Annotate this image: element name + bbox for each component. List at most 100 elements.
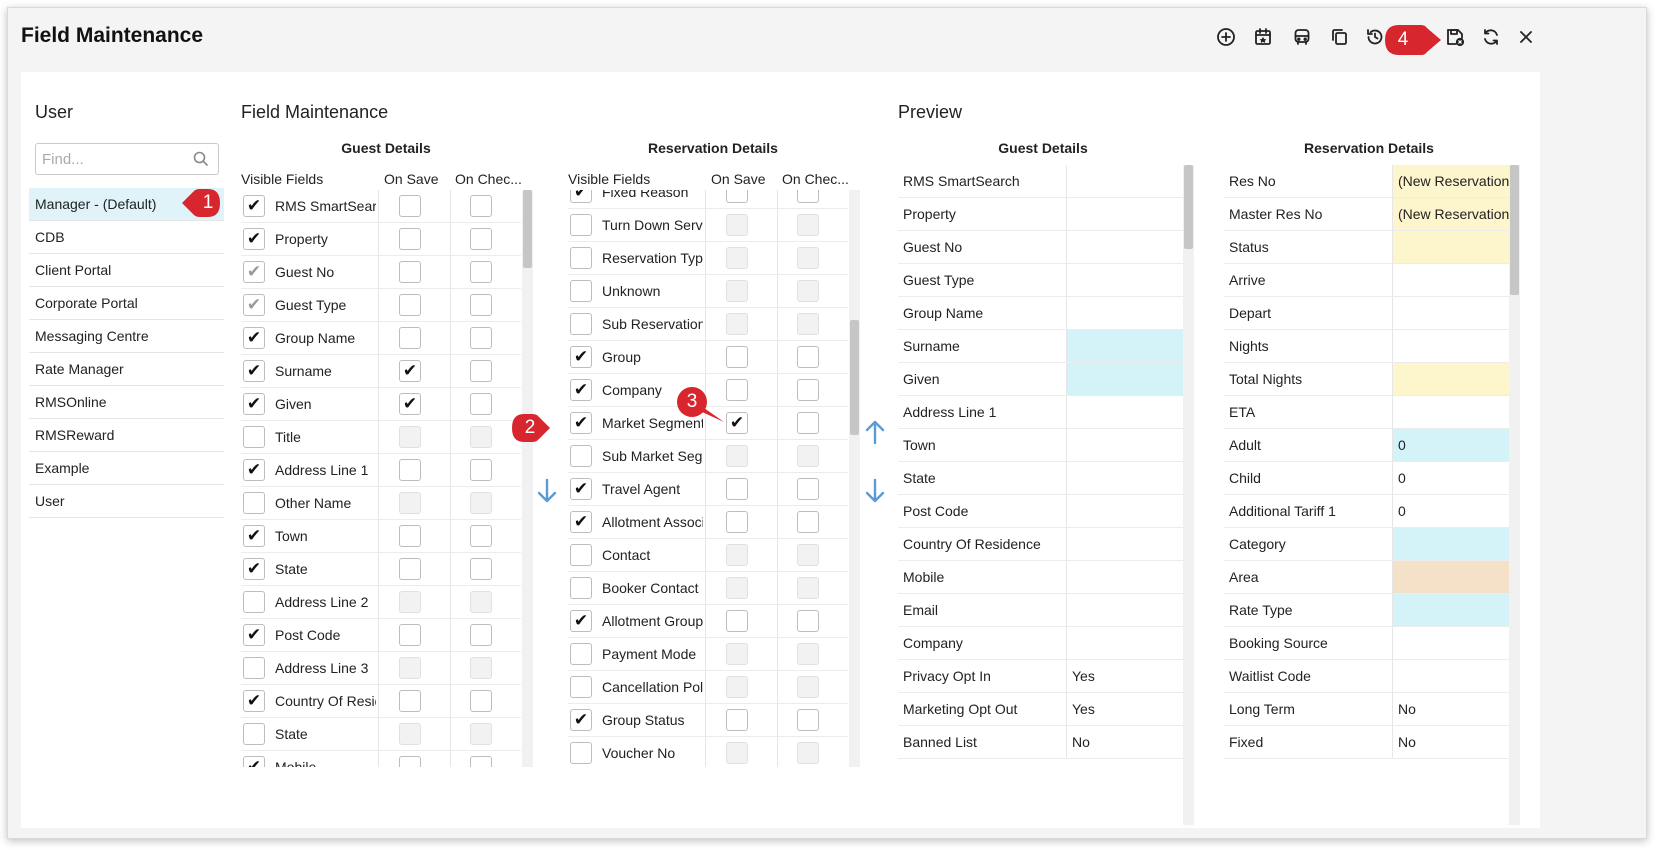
visible-checkbox[interactable]	[243, 657, 265, 679]
user-list-item[interactable]: Rate Manager	[29, 353, 224, 386]
on-check-in-checkbox[interactable]	[797, 610, 819, 632]
visible-checkbox[interactable]	[570, 280, 592, 302]
preview-field-value[interactable]	[1066, 429, 1183, 461]
move-down-arrow-icon[interactable]	[535, 477, 559, 505]
preview-field-value[interactable]: 0	[1392, 495, 1509, 527]
copy-icon[interactable]	[1324, 22, 1354, 52]
on-save-checkbox[interactable]: ✔	[399, 393, 421, 415]
on-save-checkbox[interactable]	[399, 294, 421, 316]
on-check-in-checkbox[interactable]	[470, 624, 492, 646]
user-list-item[interactable]: User	[29, 485, 224, 518]
on-check-in-checkbox[interactable]	[470, 690, 492, 712]
user-list-item[interactable]: RMSOnline	[29, 386, 224, 419]
visible-checkbox[interactable]: ✔	[570, 478, 592, 500]
on-check-in-checkbox[interactable]	[470, 393, 492, 415]
visible-checkbox[interactable]: ✔	[243, 558, 265, 580]
on-check-in-checkbox[interactable]	[797, 379, 819, 401]
on-check-in-checkbox[interactable]	[470, 360, 492, 382]
visible-checkbox[interactable]	[570, 247, 592, 269]
user-list-item[interactable]: Corporate Portal	[29, 287, 224, 320]
on-check-in-checkbox[interactable]	[470, 294, 492, 316]
on-save-checkbox[interactable]	[726, 478, 748, 500]
on-check-in-checkbox[interactable]	[797, 478, 819, 500]
on-save-checkbox[interactable]	[399, 525, 421, 547]
visible-checkbox[interactable]: ✔	[243, 228, 265, 250]
visible-checkbox[interactable]	[570, 544, 592, 566]
preview-field-value[interactable]	[1392, 627, 1509, 659]
on-check-in-checkbox[interactable]	[470, 228, 492, 250]
visible-checkbox[interactable]	[243, 492, 265, 514]
on-check-in-checkbox[interactable]	[797, 511, 819, 533]
on-save-checkbox[interactable]	[399, 690, 421, 712]
preview-field-value[interactable]	[1066, 330, 1183, 362]
preview-field-value[interactable]	[1066, 198, 1183, 230]
user-list-item[interactable]: Example	[29, 452, 224, 485]
preview-field-value[interactable]	[1066, 594, 1183, 626]
visible-checkbox[interactable]	[243, 591, 265, 613]
preview-field-value[interactable]	[1066, 528, 1183, 560]
preview-field-value[interactable]	[1066, 264, 1183, 296]
visible-checkbox[interactable]	[243, 723, 265, 745]
visible-checkbox[interactable]	[570, 313, 592, 335]
visible-checkbox[interactable]	[570, 445, 592, 467]
on-check-in-checkbox[interactable]	[797, 346, 819, 368]
visible-checkbox[interactable]: ✔	[243, 360, 265, 382]
on-save-checkbox[interactable]	[726, 709, 748, 731]
visible-checkbox[interactable]	[570, 676, 592, 698]
preview-field-value[interactable]	[1066, 627, 1183, 659]
preview-field-value[interactable]	[1066, 297, 1183, 329]
visible-checkbox[interactable]: ✔	[243, 294, 265, 316]
on-check-in-checkbox[interactable]	[470, 195, 492, 217]
on-check-in-checkbox[interactable]	[470, 756, 492, 767]
preview-field-value[interactable]	[1392, 396, 1509, 428]
preview-field-value[interactable]: Yes	[1066, 693, 1183, 725]
preview-field-value[interactable]	[1392, 528, 1509, 560]
visible-checkbox[interactable]: ✔	[243, 624, 265, 646]
user-list-item[interactable]: RMSReward	[29, 419, 224, 452]
preview-field-value[interactable]	[1392, 660, 1509, 692]
preview-field-value[interactable]: Yes	[1066, 660, 1183, 692]
preview-field-value[interactable]: No	[1066, 726, 1183, 758]
preview-field-value[interactable]: (New Reservation)	[1392, 198, 1509, 230]
on-save-checkbox[interactable]	[726, 511, 748, 533]
preview-field-value[interactable]	[1392, 297, 1509, 329]
visible-checkbox[interactable]	[570, 742, 592, 764]
on-check-in-checkbox[interactable]	[797, 412, 819, 434]
move-down-arrow-icon[interactable]	[863, 477, 887, 505]
visible-checkbox[interactable]: ✔	[570, 709, 592, 731]
search-icon[interactable]	[193, 151, 209, 167]
user-list-item[interactable]: Messaging Centre	[29, 320, 224, 353]
preview-reservation-scrollbar[interactable]	[1509, 165, 1520, 825]
on-save-checkbox[interactable]	[399, 327, 421, 349]
preview-field-value[interactable]: (New Reservation)	[1392, 165, 1509, 197]
add-circle-icon[interactable]	[1211, 22, 1241, 52]
preview-field-value[interactable]: 0	[1392, 429, 1509, 461]
calendar-star-icon[interactable]	[1248, 22, 1278, 52]
preview-field-value[interactable]	[1066, 165, 1183, 197]
on-save-checkbox[interactable]	[726, 379, 748, 401]
user-list-item[interactable]: CDB	[29, 221, 224, 254]
bus-icon[interactable]	[1287, 22, 1317, 52]
visible-checkbox[interactable]: ✔	[243, 459, 265, 481]
refresh-icon[interactable]	[1476, 22, 1506, 52]
visible-checkbox[interactable]: ✔	[243, 261, 265, 283]
reservation-fields-scrollbar[interactable]	[849, 190, 860, 767]
preview-field-value[interactable]: No	[1392, 726, 1509, 758]
preview-field-value[interactable]	[1066, 495, 1183, 527]
guest-fields-scrollbar[interactable]	[522, 190, 533, 767]
preview-field-value[interactable]	[1066, 363, 1183, 395]
preview-field-value[interactable]	[1066, 462, 1183, 494]
move-up-arrow-icon[interactable]	[863, 418, 887, 446]
user-list-item[interactable]: Client Portal	[29, 254, 224, 287]
on-save-checkbox[interactable]	[399, 261, 421, 283]
visible-checkbox[interactable]: ✔	[243, 327, 265, 349]
visible-checkbox[interactable]: ✔	[570, 412, 592, 434]
on-save-checkbox[interactable]	[399, 756, 421, 767]
visible-checkbox[interactable]: ✔	[570, 379, 592, 401]
on-check-in-checkbox[interactable]	[470, 459, 492, 481]
preview-guest-scrollbar[interactable]	[1183, 165, 1194, 825]
on-save-checkbox[interactable]	[399, 459, 421, 481]
preview-field-value[interactable]: No	[1392, 693, 1509, 725]
preview-field-value[interactable]	[1066, 231, 1183, 263]
on-save-checkbox[interactable]	[726, 190, 748, 203]
